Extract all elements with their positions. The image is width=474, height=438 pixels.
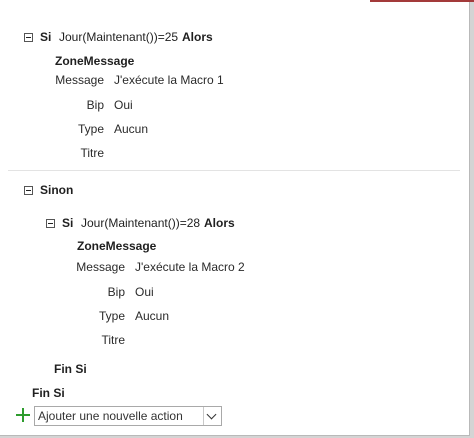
else-keyword: Sinon (40, 183, 74, 197)
chevron-down-icon[interactable] (203, 407, 221, 425)
add-action-plus-icon[interactable] (16, 408, 30, 422)
arg-label-titre: Titre (80, 146, 104, 160)
action-name[interactable]: ZoneMessage (55, 54, 134, 68)
window-accent-line (370, 0, 474, 2)
macro-designer: Si Jour(Maintenant())=25 Alors ZoneMessa… (0, 0, 474, 436)
arg-value-type[interactable]: Aucun (114, 122, 148, 136)
then-keyword: Alors (182, 30, 213, 44)
inner-if-keyword: Si (62, 216, 74, 230)
collapse-toggle-icon[interactable] (24, 33, 33, 42)
separator (8, 170, 460, 171)
inner-action-name[interactable]: ZoneMessage (77, 239, 156, 253)
inner-arg-label-type: Type (98, 309, 125, 323)
end-if-keyword: Fin Si (32, 386, 65, 400)
arg-label-bip: Bip (86, 98, 104, 112)
if-condition[interactable]: Jour(Maintenant())=25 (59, 30, 178, 44)
inner-arg-value-bip[interactable]: Oui (135, 285, 154, 299)
inner-end-if-keyword: Fin Si (54, 362, 87, 376)
collapse-toggle-icon[interactable] (24, 186, 33, 195)
arg-label-type: Type (77, 122, 104, 136)
if-keyword: Si (40, 30, 52, 44)
collapse-toggle-icon[interactable] (46, 219, 55, 228)
add-action-dropdown-text: Ajouter une nouvelle action (38, 409, 183, 423)
inner-arg-label-bip: Bip (107, 285, 125, 299)
inner-arg-value-type[interactable]: Aucun (135, 309, 169, 323)
inner-if-condition[interactable]: Jour(Maintenant())=28 (81, 216, 200, 230)
inner-arg-label-message: Message (76, 260, 125, 274)
arg-value-message[interactable]: J'exécute la Macro 1 (114, 73, 224, 87)
arg-label-message: Message (55, 73, 104, 87)
inner-arg-label-titre: Titre (101, 333, 125, 347)
inner-arg-value-message[interactable]: J'exécute la Macro 2 (135, 260, 245, 274)
inner-then-keyword: Alors (204, 216, 235, 230)
arg-value-bip[interactable]: Oui (114, 98, 133, 112)
add-action-dropdown[interactable]: Ajouter une nouvelle action (34, 406, 222, 426)
